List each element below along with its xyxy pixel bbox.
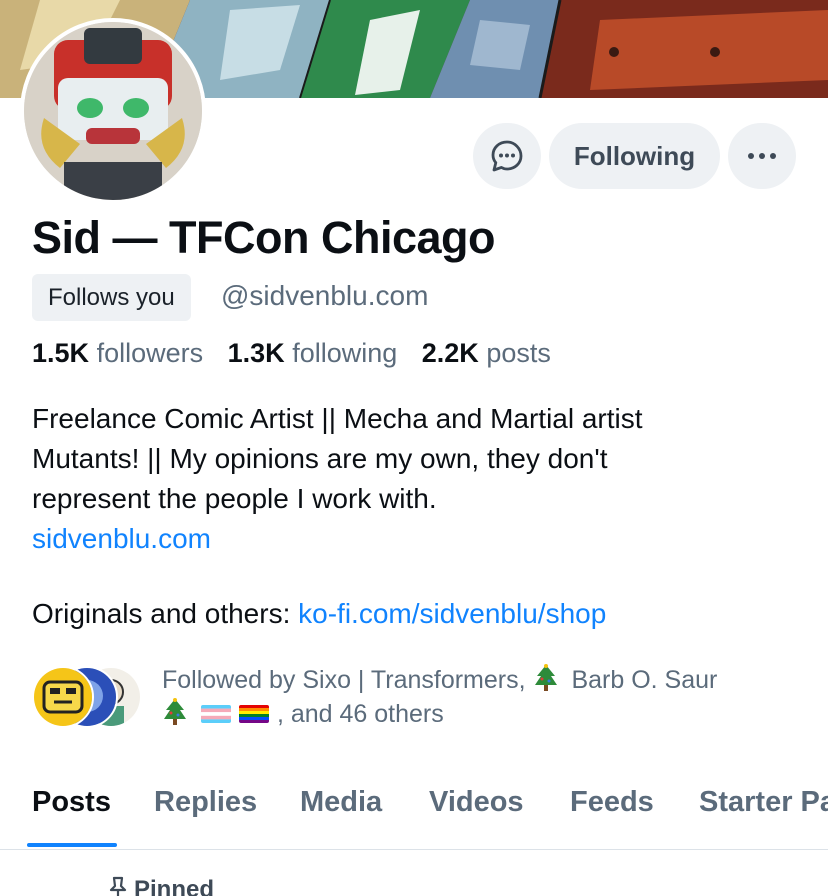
shop-link[interactable]: ko-fi.com/sidvenblu/shop: [298, 598, 606, 629]
following-button[interactable]: Following: [549, 123, 720, 189]
profile-bio: Freelance Comic Artist || Mecha and Mart…: [32, 399, 792, 559]
profile-stats: 1.5K followers 1.3K following 2.2K posts: [32, 338, 568, 369]
tab-posts[interactable]: Posts: [32, 786, 111, 819]
followed-by-line: Followed by Sixo | Transformers,: [162, 666, 526, 694]
tab-videos[interactable]: Videos: [429, 786, 524, 819]
tab-replies[interactable]: Replies: [154, 786, 257, 819]
more-options-button[interactable]: [728, 123, 796, 189]
website-link[interactable]: sidvenblu.com: [32, 519, 792, 559]
follower-name: Barb O. Saur: [571, 666, 718, 694]
bio-line: Freelance Comic Artist || Mecha and Mart…: [32, 403, 643, 434]
bio-line: represent the people I work with.: [32, 483, 437, 514]
trans-flag-icon: [200, 705, 231, 723]
followed-by-text[interactable]: Followed by Sixo | Transformers, Barb O.…: [162, 663, 802, 731]
posts-label: posts: [486, 338, 551, 368]
display-name: Sid — TFCon Chicago: [32, 212, 495, 263]
others-count: , and 46 others: [276, 700, 444, 728]
follows-you-badge: Follows you: [32, 274, 191, 321]
originals-prefix: Originals and others:: [32, 598, 299, 629]
avatar-artwork: [24, 22, 202, 200]
originals-line: Originals and others: ko-fi.com/sidvenbl…: [32, 598, 606, 630]
following-label: following: [292, 338, 398, 368]
profile-avatar[interactable]: [20, 18, 206, 204]
follower-avatar: [32, 666, 94, 728]
posts-count: 2.2K: [421, 338, 479, 368]
following-stat[interactable]: 1.3K following: [228, 338, 415, 368]
posts-stat: 2.2K posts: [422, 338, 568, 368]
tab-feeds[interactable]: Feeds: [570, 786, 654, 819]
message-button[interactable]: [473, 123, 541, 189]
rainbow-flag-icon: [238, 705, 269, 723]
christmas-tree-icon: [534, 664, 557, 691]
profile-handle: @sidvenblu.com: [221, 280, 429, 311]
christmas-tree-icon: [164, 698, 186, 725]
chat-bubble-icon: [491, 140, 523, 172]
tab-starter-packs[interactable]: Starter Pa: [699, 786, 828, 819]
profile-page: Following Sid — TFCon Chicago Follows yo…: [0, 0, 828, 896]
followers-count: 1.5K: [32, 338, 90, 368]
tab-media[interactable]: Media: [300, 786, 382, 819]
profile-tabs: Posts Replies Media Videos Feeds Starter…: [0, 770, 828, 850]
pinned-text: Pinned: [134, 876, 215, 896]
pin-icon: [109, 876, 127, 896]
followers-label: followers: [96, 338, 204, 368]
ellipsis-icon: [748, 153, 776, 159]
known-followers-avatars[interactable]: [32, 666, 142, 728]
followers-stat[interactable]: 1.5K followers: [32, 338, 220, 368]
following-count: 1.3K: [227, 338, 285, 368]
pinned-label: Pinned: [108, 876, 214, 896]
active-tab-indicator: [27, 843, 117, 847]
bio-line: Mutants! || My opinions are my own, they…: [32, 443, 608, 474]
